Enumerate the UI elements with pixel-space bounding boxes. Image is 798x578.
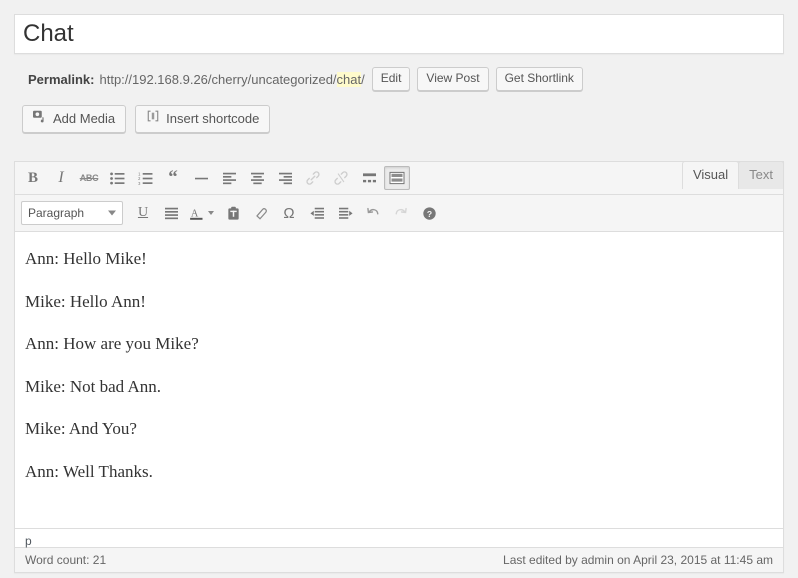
permalink-url-suffix: / [361,72,365,87]
text-color-icon[interactable]: A [186,201,206,225]
content-paragraph: Mike: And You? [25,416,773,442]
ordered-list-icon[interactable]: 1 2 3 [132,166,158,190]
get-shortlink-button[interactable]: Get Shortlink [496,67,583,91]
permalink-url-prefix: http://192.168.9.26/cherry/uncategorized… [99,72,336,87]
horizontal-rule-icon[interactable] [188,166,214,190]
redo-icon[interactable] [388,201,414,225]
insert-shortcode-label: Insert shortcode [166,107,259,131]
permalink-slug: chat [337,72,362,87]
strikethrough-button[interactable]: ABC [76,166,102,190]
element-path-indicator[interactable]: p [15,528,783,547]
camera-icon [33,107,47,131]
tab-visual[interactable]: Visual [682,161,739,189]
toolbar-row-2: Paragraph U A [15,195,783,232]
underline-button[interactable]: U [130,201,156,225]
align-center-icon[interactable] [244,166,270,190]
italic-button[interactable]: I [48,166,74,190]
align-left-icon[interactable] [216,166,242,190]
insert-shortcode-button[interactable]: Insert shortcode [135,105,270,133]
view-post-button[interactable]: View Post [417,67,488,91]
link-icon[interactable] [300,166,326,190]
svg-text:3: 3 [138,180,141,184]
unordered-list-icon[interactable] [104,166,130,190]
tab-text[interactable]: Text [738,161,784,189]
content-paragraph: Mike: Not bad Ann. [25,374,773,400]
editor-box: B I ABC 1 2 3 [14,161,784,573]
content-paragraph: Ann: Hello Mike! [25,246,773,272]
justify-icon[interactable] [158,201,184,225]
media-buttons-row: Add Media Insert shortcode [14,105,784,133]
undo-icon[interactable] [360,201,386,225]
svg-text:A: A [190,208,198,219]
read-more-icon[interactable] [356,166,382,190]
add-media-button[interactable]: Add Media [22,105,126,133]
format-select-value: Paragraph [28,206,84,220]
word-count: Word count: 21 [25,553,106,567]
text-color-group[interactable]: A [185,200,214,226]
blockquote-icon[interactable]: “ [160,166,186,190]
align-right-icon[interactable] [272,166,298,190]
chevron-down-icon [108,211,116,216]
paste-as-text-icon[interactable] [220,201,246,225]
indent-icon[interactable] [332,201,358,225]
keyboard-shortcuts-help-icon[interactable]: ? [416,201,442,225]
permalink-label: Permalink: [28,72,94,87]
last-edited-info: Last edited by admin on April 23, 2015 a… [503,553,773,567]
format-select[interactable]: Paragraph [21,201,123,225]
permalink-row: Permalink: http://192.168.9.26/cherry/un… [14,67,784,91]
post-title-box [14,14,784,54]
toolbar-row-1: B I ABC 1 2 3 [15,162,783,195]
special-character-icon[interactable]: Ω [276,201,302,225]
editor-container: Visual Text B I ABC 1 [14,161,784,573]
post-title-input[interactable] [23,17,775,51]
bold-button[interactable]: B [20,166,46,190]
clear-formatting-icon[interactable] [248,201,274,225]
kitchen-sink-toggle-icon[interactable] [384,166,410,190]
text-color-chevron-down-icon[interactable] [208,211,214,215]
content-paragraph: Mike: Hello Ann! [25,289,773,315]
editor-status-bar: Word count: 21 Last edited by admin on A… [15,547,783,572]
svg-text:?: ? [426,208,431,218]
editor-content-area[interactable]: Ann: Hello Mike! Mike: Hello Ann! Ann: H… [15,232,783,528]
editor-mode-tabs: Visual Text [683,161,784,189]
content-paragraph: Ann: How are you Mike? [25,331,773,357]
post-editor-page: Permalink: http://192.168.9.26/cherry/un… [0,0,798,573]
permalink-url[interactable]: http://192.168.9.26/cherry/uncategorized… [99,72,364,87]
edit-permalink-button[interactable]: Edit [372,67,411,91]
add-media-label: Add Media [53,107,115,131]
content-paragraph: Ann: Well Thanks. [25,459,773,485]
shortcode-icon [146,107,160,131]
unlink-icon[interactable] [328,166,354,190]
outdent-icon[interactable] [304,201,330,225]
